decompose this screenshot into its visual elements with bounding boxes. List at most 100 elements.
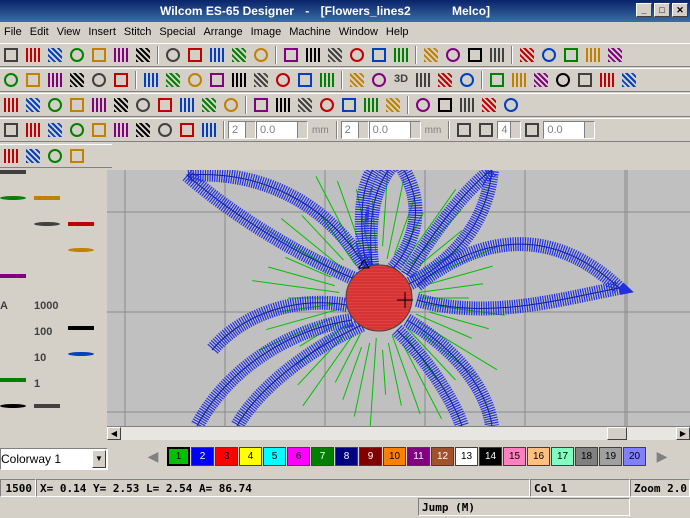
send-back-button[interactable] bbox=[221, 95, 241, 115]
tie-off-button[interactable] bbox=[295, 95, 315, 115]
move-button[interactable] bbox=[454, 120, 474, 140]
arrange-tool-2-button[interactable] bbox=[23, 120, 43, 140]
close-button[interactable]: ✕ bbox=[672, 3, 688, 17]
color-swatch[interactable]: 19 bbox=[599, 447, 622, 466]
color-swatch[interactable]: 2 bbox=[191, 447, 214, 466]
fill-holes-button[interactable] bbox=[34, 274, 60, 296]
redo-button[interactable] bbox=[251, 45, 271, 65]
lettering-button[interactable] bbox=[369, 70, 389, 90]
menu-edit[interactable]: Edit bbox=[26, 26, 53, 38]
distribute-button[interactable] bbox=[111, 95, 131, 115]
rectangle-button[interactable] bbox=[68, 274, 94, 296]
group-button[interactable] bbox=[281, 45, 301, 65]
zigzag-button[interactable] bbox=[34, 222, 60, 244]
3d-button[interactable] bbox=[619, 70, 639, 90]
motif-fill-button[interactable] bbox=[347, 70, 367, 90]
show-bitmap-button[interactable] bbox=[539, 45, 559, 65]
menu-arrange[interactable]: Arrange bbox=[199, 26, 246, 38]
design-canvas[interactable] bbox=[107, 170, 690, 426]
run-button[interactable] bbox=[317, 70, 337, 90]
reshape-button[interactable] bbox=[391, 45, 411, 65]
view-stitches-button[interactable] bbox=[23, 146, 43, 166]
color-swatch[interactable]: 18 bbox=[575, 447, 598, 466]
reshape-node-button[interactable] bbox=[68, 222, 94, 244]
motif-fill-button[interactable] bbox=[575, 70, 595, 90]
jump-button[interactable] bbox=[0, 404, 26, 426]
rotate-button[interactable] bbox=[155, 95, 175, 115]
menu-help[interactable]: Help bbox=[382, 26, 413, 38]
colorway-select[interactable]: Colorway 1 ▼ bbox=[0, 448, 108, 470]
satin-button[interactable] bbox=[1, 70, 21, 90]
sew-out-button[interactable] bbox=[111, 45, 131, 65]
motif-fill-button[interactable] bbox=[111, 70, 131, 90]
paint-button[interactable] bbox=[68, 300, 94, 322]
blank-button[interactable] bbox=[34, 404, 60, 426]
color-swatch[interactable]: 8 bbox=[335, 447, 358, 466]
3d-button[interactable] bbox=[163, 70, 183, 90]
lettering-tool-button[interactable]: A bbox=[0, 300, 26, 322]
align-right-button[interactable] bbox=[23, 95, 43, 115]
zoom-box-button[interactable] bbox=[561, 45, 581, 65]
counter-10-button[interactable]: 10 bbox=[34, 352, 60, 374]
horizontal-scrollbar[interactable]: ◀ ▶ bbox=[107, 426, 690, 440]
input-b-button[interactable] bbox=[0, 196, 26, 218]
arrange-tool-1-button[interactable] bbox=[1, 120, 21, 140]
spin-input[interactable]: 0.0 bbox=[256, 121, 308, 139]
maximize-button[interactable]: □ bbox=[654, 3, 670, 17]
arrange-tool-9-button[interactable] bbox=[177, 120, 197, 140]
color-swatch[interactable]: 10 bbox=[383, 447, 406, 466]
color-swatch[interactable]: 4 bbox=[239, 447, 262, 466]
color-swatch[interactable]: 16 bbox=[527, 447, 550, 466]
machine-4-button[interactable] bbox=[479, 95, 499, 115]
lettering-button[interactable] bbox=[597, 70, 617, 90]
digitize-input-a-button[interactable] bbox=[0, 170, 26, 192]
show-outlines-button[interactable] bbox=[517, 45, 537, 65]
print-button[interactable] bbox=[67, 45, 87, 65]
menu-image[interactable]: Image bbox=[247, 26, 286, 38]
arrange-tool-8-button[interactable] bbox=[155, 120, 175, 140]
open-button[interactable] bbox=[23, 45, 43, 65]
petal-satin-column[interactable] bbox=[170, 170, 374, 287]
arrange-tool-3-button[interactable] bbox=[45, 120, 65, 140]
zoom-in-button[interactable] bbox=[583, 45, 603, 65]
menu-window[interactable]: Window bbox=[335, 26, 382, 38]
spin-input[interactable]: 0.0 bbox=[543, 121, 596, 139]
satin-button[interactable] bbox=[457, 70, 477, 90]
center-button[interactable] bbox=[89, 95, 109, 115]
machine-3-button[interactable] bbox=[457, 95, 477, 115]
scroll-thumb[interactable] bbox=[607, 427, 627, 440]
cut-button[interactable] bbox=[133, 45, 153, 65]
run-button[interactable] bbox=[89, 70, 109, 90]
tatami-button[interactable] bbox=[23, 70, 43, 90]
color-swatch[interactable]: 6 bbox=[287, 447, 310, 466]
spin-input[interactable]: 2 bbox=[340, 121, 369, 139]
color-swatch[interactable]: 13 bbox=[455, 447, 478, 466]
pattern-button[interactable] bbox=[68, 378, 94, 400]
trim-button[interactable] bbox=[251, 95, 271, 115]
fancy-fill-button[interactable] bbox=[45, 70, 65, 90]
satin-button[interactable] bbox=[229, 70, 249, 90]
arrange-tool-5-button[interactable] bbox=[89, 120, 109, 140]
circle-input-button[interactable] bbox=[0, 248, 26, 270]
mirror-button[interactable] bbox=[133, 95, 153, 115]
spin-arrows-icon[interactable] bbox=[357, 122, 368, 138]
spin-arrows-icon[interactable] bbox=[297, 122, 307, 138]
stop-button[interactable] bbox=[339, 95, 359, 115]
chevron-down-icon[interactable]: ▼ bbox=[92, 450, 106, 468]
move-center-button[interactable] bbox=[476, 120, 496, 140]
people-button[interactable] bbox=[361, 95, 381, 115]
color-swatch[interactable]: 9 bbox=[359, 447, 382, 466]
ellipse-button[interactable] bbox=[68, 248, 94, 270]
align-bottom-button[interactable] bbox=[67, 95, 87, 115]
angle-button[interactable] bbox=[522, 120, 542, 140]
paste-button[interactable] bbox=[185, 45, 205, 65]
view-outline-button[interactable] bbox=[1, 146, 21, 166]
align-left-button[interactable] bbox=[1, 95, 21, 115]
view-pen-button[interactable] bbox=[67, 146, 87, 166]
diagonal-lines-button[interactable] bbox=[68, 170, 94, 192]
bean-stitch-button[interactable] bbox=[0, 378, 26, 400]
running-stitch-button[interactable] bbox=[0, 352, 26, 374]
flower-center[interactable] bbox=[345, 259, 413, 332]
split-button[interactable] bbox=[383, 95, 403, 115]
menu-file[interactable]: File bbox=[0, 26, 26, 38]
